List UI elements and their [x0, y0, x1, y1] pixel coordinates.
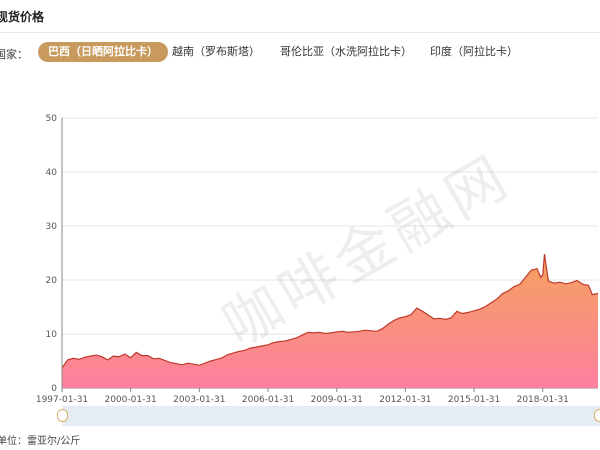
x-tick-label: 2003-01-31: [173, 395, 225, 405]
x-axis: 1997-01-31 2000-01-31 2003-01-31 2006-01-31…: [36, 388, 569, 405]
data-zoom-end-handle[interactable]: [594, 409, 600, 422]
y-tick-label: 40: [46, 168, 58, 178]
y-axis: 0 10 20 30 40 50: [46, 114, 63, 394]
x-tick-label: 2000-01-31: [104, 395, 156, 405]
x-tick-label: 2006-01-31: [242, 395, 294, 405]
country-filter-label: 国家：: [0, 48, 28, 61]
y-tick-label: 10: [46, 330, 58, 340]
y-tick-label: 20: [46, 276, 58, 286]
unit-note: 单位：雷亚尔/公斤: [0, 436, 81, 447]
x-tick-label: 2015-01-31: [448, 395, 500, 405]
data-zoom-start-handle[interactable]: [57, 409, 68, 422]
filter-option-vietnam[interactable]: 越南（罗布斯塔）: [172, 42, 260, 62]
data-zoom-track[interactable]: [62, 406, 600, 426]
x-tick-label: 2012-01-31: [379, 395, 431, 405]
series-area-group: [61, 254, 599, 388]
y-tick-label: 50: [46, 114, 58, 124]
x-tick-label: 2009-01-31: [311, 395, 363, 405]
data-zoom-slider[interactable]: [57, 406, 600, 426]
y-tick-label: 0: [51, 384, 57, 394]
series-area-fill: [62, 254, 598, 388]
filter-option-colombia[interactable]: 哥伦比亚（水洗阿拉比卡）: [280, 42, 412, 62]
price-area-chart: 0 10 20 30 40 50 1997-01-31 2000-01-31 2003-01-…: [36, 114, 599, 405]
filter-option-india[interactable]: 印度（阿拉比卡）: [430, 42, 518, 62]
y-tick-label: 30: [46, 222, 58, 232]
panel-header: 现货价格: [0, 0, 600, 33]
x-tick-label: 1997-01-31: [36, 395, 88, 405]
x-tick-label: 2018-01-31: [517, 395, 569, 405]
filter-option-brazil[interactable]: 巴西（日晒阿拉比卡）: [38, 42, 168, 62]
panel-title: 现货价格: [0, 10, 45, 24]
